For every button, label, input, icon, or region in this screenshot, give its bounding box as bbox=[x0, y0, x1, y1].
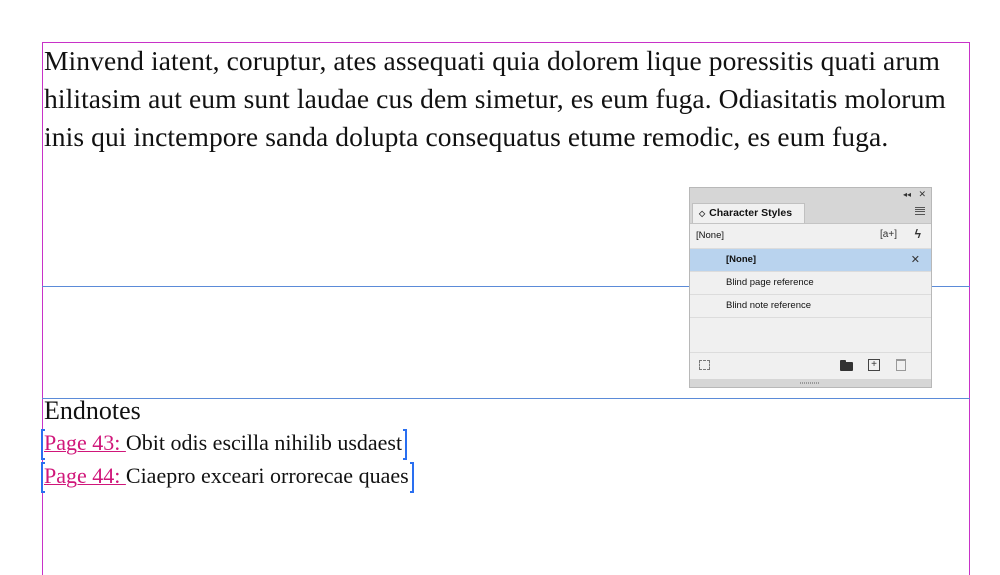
ruler-guide-2[interactable] bbox=[42, 398, 970, 399]
text-frame-bracket-right bbox=[409, 462, 414, 493]
text-frame-bracket-left bbox=[41, 429, 45, 460]
character-styles-panel[interactable]: ◂◂ ✕ ◇ Character Styles [None] [a+] ϟ [No… bbox=[689, 187, 932, 388]
no-override-icon: ✕ bbox=[910, 254, 920, 266]
left-margin-guide bbox=[42, 42, 43, 575]
current-style-label: [None] bbox=[696, 230, 724, 241]
style-item-label: Blind note reference bbox=[726, 300, 812, 311]
style-item-label: [None] bbox=[726, 254, 757, 265]
endnote-item[interactable]: Page 43: Obit odis escilla nihilib usdae… bbox=[41, 429, 408, 460]
page-reference-link[interactable]: Page 44: bbox=[44, 463, 126, 488]
endnote-text: Ciaepro exceari orrorecae quaes bbox=[125, 463, 409, 488]
text-frame-bracket-right bbox=[403, 429, 408, 460]
current-style-row: [None] [a+] ϟ bbox=[690, 224, 931, 249]
resize-grip[interactable] bbox=[690, 379, 931, 387]
style-list[interactable]: [None] ✕ Blind page reference Blind note… bbox=[690, 249, 931, 349]
endnote-item[interactable]: Page 44: Ciaepro exceari orrorecae quaes bbox=[41, 462, 414, 493]
endnotes-heading[interactable]: Endnotes bbox=[44, 396, 141, 426]
panel-tab-row: ◇ Character Styles bbox=[690, 201, 931, 224]
style-item-blind-page-reference[interactable]: Blind page reference bbox=[690, 272, 931, 295]
lightning-icon[interactable]: ϟ bbox=[915, 227, 921, 241]
close-icon[interactable]: ✕ bbox=[918, 188, 926, 201]
tab-character-styles[interactable]: ◇ Character Styles bbox=[692, 203, 805, 223]
chevron-updown-icon[interactable]: ◇ bbox=[699, 209, 705, 218]
tab-label: Character Styles bbox=[709, 207, 793, 219]
page-reference-link[interactable]: Page 43: bbox=[44, 430, 126, 455]
style-item-none[interactable]: [None] ✕ bbox=[690, 249, 931, 272]
panel-footer: + bbox=[690, 352, 931, 379]
text-frame-bracket-left bbox=[41, 462, 45, 493]
new-style-icon[interactable]: [a+] bbox=[880, 229, 897, 240]
trash-icon[interactable] bbox=[896, 359, 906, 371]
folder-icon[interactable] bbox=[840, 360, 853, 371]
collapse-panel-icon[interactable]: ◂◂ bbox=[903, 188, 911, 201]
body-text-frame[interactable]: Minvend iatent, coruptur, ates assequati… bbox=[44, 42, 974, 156]
panel-menu-icon[interactable] bbox=[915, 207, 925, 215]
panel-title-bar[interactable]: ◂◂ ✕ bbox=[690, 188, 931, 201]
style-item-label: Blind page reference bbox=[726, 277, 814, 288]
load-styles-icon[interactable] bbox=[699, 360, 710, 370]
endnote-text: Obit odis escilla nihilib usdaest bbox=[125, 430, 403, 455]
style-item-blind-note-reference[interactable]: Blind note reference bbox=[690, 295, 931, 318]
new-icon[interactable]: + bbox=[868, 359, 880, 371]
